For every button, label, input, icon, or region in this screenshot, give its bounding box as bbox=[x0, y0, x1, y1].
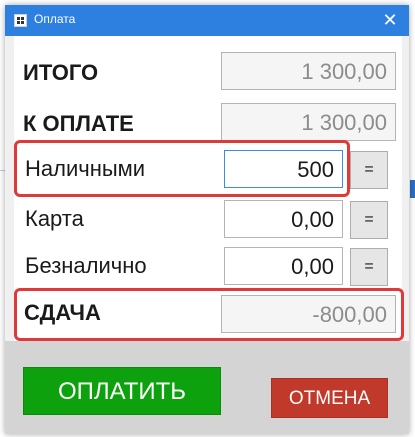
dialog-footer: ОПЛАТИТЬ ОТМЕНА bbox=[5, 341, 409, 434]
change-row-highlight bbox=[14, 288, 404, 341]
payment-form: ИТОГО 1 300,00 К ОПЛАТЕ 1 300,00 Наличны… bbox=[14, 36, 404, 341]
close-icon[interactable]: ✕ bbox=[377, 8, 403, 33]
total-field: 1 300,00 bbox=[221, 52, 396, 90]
cash-fill-button[interactable]: = bbox=[350, 151, 388, 189]
card-label: Карта bbox=[25, 206, 84, 231]
cancel-button[interactable]: ОТМЕНА bbox=[271, 378, 388, 418]
cash-row-highlight bbox=[14, 140, 350, 197]
payment-dialog: Оплата ✕ ИТОГО 1 300,00 К ОПЛАТЕ 1 300,0… bbox=[5, 5, 409, 434]
cashless-fill-button[interactable]: = bbox=[350, 248, 388, 286]
to-pay-field: 1 300,00 bbox=[221, 103, 396, 141]
cashless-label: Безналично bbox=[25, 253, 147, 278]
cashless-input[interactable]: 0,00 bbox=[224, 247, 343, 285]
title-bar[interactable]: Оплата ✕ bbox=[5, 5, 409, 36]
to-pay-label: К ОПЛАТЕ bbox=[23, 111, 134, 136]
card-input[interactable]: 0,00 bbox=[224, 200, 343, 238]
app-icon bbox=[14, 14, 27, 27]
card-fill-button[interactable]: = bbox=[350, 201, 388, 239]
background-app-edge-right bbox=[410, 180, 415, 198]
pay-button[interactable]: ОПЛАТИТЬ bbox=[23, 367, 221, 415]
window-title: Оплата bbox=[34, 12, 76, 26]
total-label: ИТОГО bbox=[23, 60, 99, 85]
